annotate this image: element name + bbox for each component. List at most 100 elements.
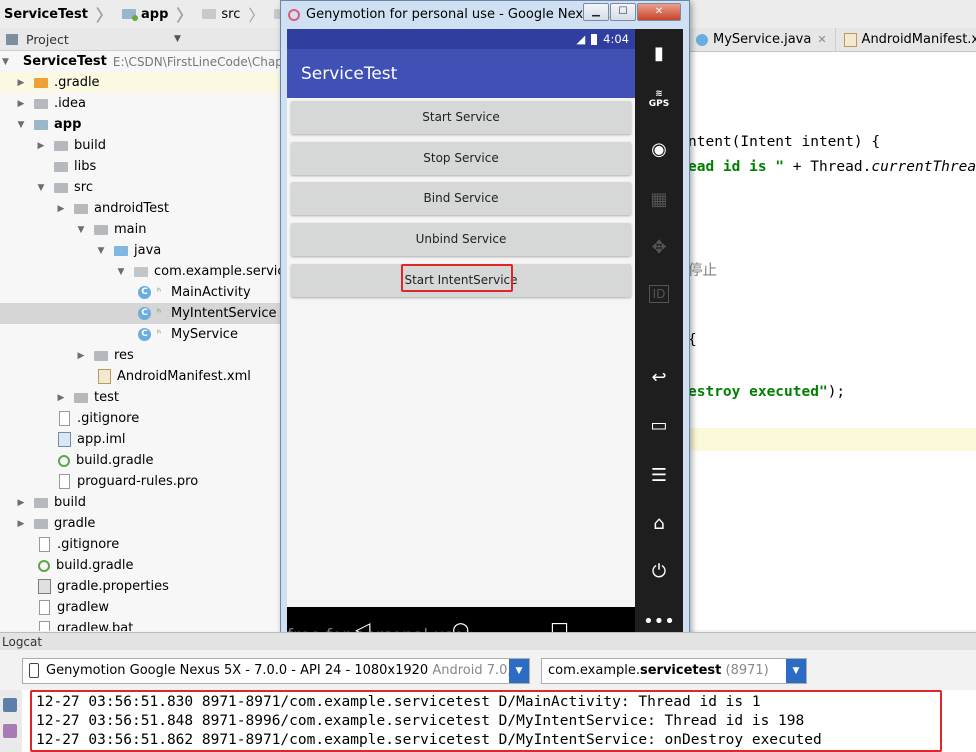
iml-file-icon	[58, 432, 71, 447]
menu-icon[interactable]: ☰	[635, 465, 683, 486]
tree-item[interactable]: build.gradle	[0, 450, 280, 471]
tree-item-root[interactable]: ▼ ServiceTest E:\CSDN\FirstLineCode\Chap	[0, 51, 280, 72]
folder-icon	[94, 224, 108, 235]
logcat-label: Logcat	[0, 632, 976, 650]
tree-item[interactable]: .gitignore	[0, 534, 280, 555]
expand-arrow-icon[interactable]: ▼	[2, 57, 9, 67]
tree-item[interactable]: ▶ res	[0, 345, 280, 366]
collapse-arrow-icon[interactable]: ▶	[16, 78, 26, 88]
genymotion-logo-icon	[288, 8, 300, 21]
android-leaf-icon: ʰ	[157, 329, 162, 340]
folder-icon	[34, 497, 48, 508]
device-id-icon[interactable]: ID	[635, 285, 683, 303]
device-selector[interactable]: Genymotion Google Nexus 5X - 7.0.0 - API…	[22, 658, 530, 684]
soft-wrap-icon[interactable]	[3, 724, 17, 738]
tree-item[interactable]: gradle.properties	[0, 576, 280, 597]
collapse-arrow-icon[interactable]: ▶	[36, 141, 46, 151]
process-selector[interactable]: com.example.servicetest (8971) ▼	[541, 658, 807, 684]
tree-item[interactable]: ▼ src	[0, 177, 280, 198]
xml-file-icon	[843, 32, 857, 47]
recent-apps-icon[interactable]: ▭	[635, 415, 683, 436]
collapse-arrow-icon[interactable]: ▶	[56, 393, 66, 403]
tab-androidmanifest[interactable]: AndroidManifest.xml✕	[836, 28, 976, 51]
breadcrumb-item[interactable]: src 〉	[198, 0, 270, 28]
tree-item[interactable]: ▶ test	[0, 387, 280, 408]
expand-arrow-icon[interactable]: ▼	[116, 267, 126, 277]
bind-service-button[interactable]: Bind Service	[291, 182, 631, 215]
tree-item[interactable]: proguard-rules.pro	[0, 471, 280, 492]
tree-item[interactable]: ▶ build	[0, 492, 280, 513]
trash-icon[interactable]	[3, 698, 17, 712]
code-line: estroy executed");	[688, 384, 846, 400]
emulator-window: Genymotion for personal use - Google Nex…	[280, 0, 690, 654]
collapse-arrow-icon[interactable]: ▶	[16, 99, 26, 109]
package-icon	[134, 266, 148, 277]
window-title: Genymotion for personal use - Google Nex…	[306, 7, 611, 22]
battery-widget-icon[interactable]: ▮	[635, 43, 683, 64]
expand-arrow-icon[interactable]: ▼	[96, 246, 106, 256]
file-icon	[59, 474, 70, 489]
app-bar: ServiceTest	[287, 49, 635, 98]
module-folder-icon	[121, 9, 138, 21]
battery-icon	[591, 33, 598, 45]
chevron-down-icon[interactable]: ▼	[786, 659, 806, 683]
tree-item[interactable]: Cʰ MyService	[0, 324, 280, 345]
minimize-button[interactable]: ▁	[583, 3, 609, 21]
unbind-service-button[interactable]: Unbind Service	[291, 223, 631, 256]
collapse-arrow-icon[interactable]: ▶	[16, 519, 26, 529]
app-title: ServiceTest	[301, 63, 398, 84]
gps-icon[interactable]: ≋ GPS	[635, 89, 683, 109]
camera-icon[interactable]: ◉	[635, 139, 683, 160]
class-icon: C	[138, 286, 151, 299]
tree-item[interactable]: ▶ .gradle	[0, 72, 280, 93]
chevron-down-icon[interactable]: ▼	[174, 34, 181, 44]
android-leaf-icon: ʰ	[157, 287, 162, 298]
collapse-arrow-icon[interactable]: ▶	[16, 498, 26, 508]
breadcrumb-item[interactable]: ServiceTest 〉	[0, 0, 118, 28]
breadcrumb-item[interactable]: app 〉	[118, 0, 198, 28]
folder-icon	[54, 161, 68, 172]
tree-item[interactable]: gradlew.bat	[0, 618, 280, 631]
tree-item[interactable]: ▼ app	[0, 114, 280, 135]
file-icon	[39, 600, 50, 615]
expand-arrow-icon[interactable]: ▼	[76, 225, 86, 235]
maximize-button[interactable]: ☐	[610, 3, 636, 21]
tree-item[interactable]: ▶ build	[0, 135, 280, 156]
more-icon[interactable]: •••	[635, 611, 683, 632]
project-view-selector[interactable]: Project	[26, 32, 69, 47]
folder-icon	[34, 518, 48, 529]
tree-item[interactable]: .gitignore	[0, 408, 280, 429]
close-icon[interactable]: ✕	[817, 33, 826, 46]
highlight-box	[401, 264, 513, 292]
stop-service-button[interactable]: Stop Service	[291, 142, 631, 175]
tree-item[interactable]: ▶ androidTest	[0, 198, 280, 219]
power-icon[interactable]: ⏻	[635, 561, 683, 582]
close-button[interactable]: ✕	[637, 3, 681, 21]
media-icon[interactable]: ▦	[635, 189, 683, 210]
home-icon[interactable]: ⌂	[635, 513, 683, 534]
tree-item[interactable]: libs	[0, 156, 280, 177]
tree-item[interactable]: ▼ java	[0, 240, 280, 261]
tree-item[interactable]: ▼com.example.servicetest	[0, 261, 280, 282]
tree-item-selected[interactable]: Cʰ MyIntentService	[0, 303, 280, 324]
tree-item[interactable]: ▼ main	[0, 219, 280, 240]
tree-item[interactable]: AndroidManifest.xml	[0, 366, 280, 387]
code-line: ead id is " + Thread.currentThrea	[688, 159, 976, 175]
back-icon[interactable]: ↩	[635, 367, 683, 388]
tree-item[interactable]: ▶ .idea	[0, 93, 280, 114]
logcat-sidebar	[0, 690, 23, 752]
tree-item[interactable]: gradlew	[0, 597, 280, 618]
tab-myservice[interactable]: MyService.java ✕	[688, 28, 836, 51]
expand-arrow-icon[interactable]: ▼	[16, 120, 26, 130]
tree-item[interactable]: Cʰ MainActivity	[0, 282, 280, 303]
collapse-arrow-icon[interactable]: ▶	[76, 351, 86, 361]
chevron-down-icon[interactable]: ▼	[509, 659, 529, 683]
tree-item[interactable]: app.iml	[0, 429, 280, 450]
dpad-icon[interactable]: ✥	[635, 237, 683, 258]
expand-arrow-icon[interactable]: ▼	[36, 183, 46, 193]
collapse-arrow-icon[interactable]: ▶	[56, 204, 66, 214]
android-leaf-icon: ʰ	[157, 308, 162, 319]
tree-item[interactable]: build.gradle	[0, 555, 280, 576]
start-service-button[interactable]: Start Service	[291, 101, 631, 134]
tree-item[interactable]: ▶ gradle	[0, 513, 280, 534]
